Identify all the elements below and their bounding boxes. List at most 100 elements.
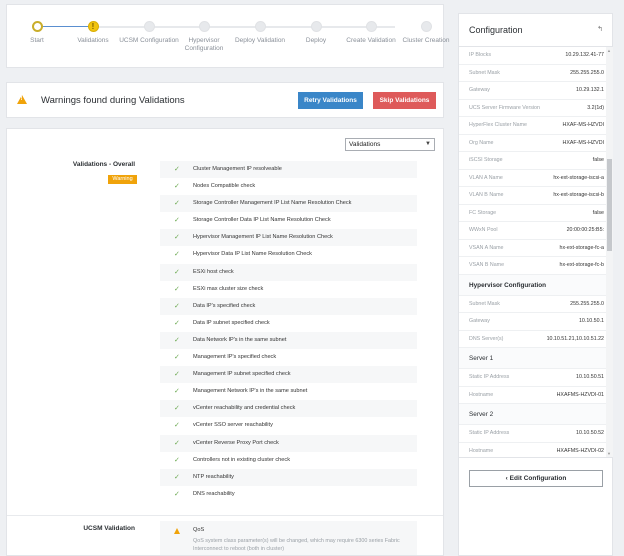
validation-check-row: ✓ Nodes Compatible check <box>160 178 417 195</box>
validation-checks-list: ✓ Cluster Management IP resolveable ✓ Nodes… <box>160 161 417 503</box>
config-key: iSCSI Storage <box>469 157 503 163</box>
qos-title: QoS <box>193 527 205 533</box>
step-deploy[interactable]: Deploy <box>286 21 346 45</box>
config-key: VSAN A Name <box>469 244 504 251</box>
check-icon: ✓ <box>174 200 180 208</box>
retry-validations-button[interactable]: Retry Validations <box>298 92 363 109</box>
validation-check-label: Controllers not in existing cluster chec… <box>193 456 291 463</box>
config-key: Gateway <box>469 318 490 324</box>
step-validations[interactable]: ! Validations <box>63 21 123 45</box>
step-label: Cluster Creation <box>402 37 450 44</box>
config-value: HXAF-MS-HZVDI <box>562 122 605 128</box>
check-icon: ✓ <box>174 336 180 344</box>
validation-check-label: Data IP's specified check <box>193 302 256 309</box>
step-pending-icon <box>254 21 266 32</box>
edit-configuration-button[interactable]: ‹ Edit Configuration <box>469 470 603 487</box>
step-ucsm-configuration[interactable]: UCSM Configuration <box>119 21 179 45</box>
validation-check-row: ✓ Storage Controller Management IP List N… <box>160 195 417 213</box>
config-key: Hostname <box>469 391 494 398</box>
pin-icon[interactable]: ↰ <box>597 25 603 33</box>
validation-check-row: ✓ Management IP's specified check <box>160 349 417 366</box>
check-icon: ✓ <box>174 490 180 498</box>
step-deploy-validation[interactable]: Deploy Validation <box>230 21 290 45</box>
config-row: Org Name HXAF-MS-HZVDI <box>459 135 606 152</box>
validation-check-row: ✓ DNS reachability <box>160 486 417 503</box>
config-value: 10.10.50.52 <box>576 430 604 436</box>
config-row: VLAN A Name hx-ext-storage-iscsi-a <box>459 170 606 187</box>
validation-check-label: Data IP subnet specified check <box>193 319 270 326</box>
step-cluster-creation[interactable]: Cluster Creation <box>396 21 456 45</box>
scrollbar-thumb[interactable] <box>607 159 612 251</box>
config-row: DNS Server(s) 10.10.51.21,10.10.51.22 <box>459 331 606 348</box>
step-label: Validations <box>77 37 109 44</box>
section-divider <box>7 515 443 516</box>
validation-check-label: Nodes Compatible check <box>193 183 256 190</box>
validation-check-row: ✓ vCenter reachability and credential che… <box>160 400 417 418</box>
config-value: 20:00:00:25:B5: <box>566 227 604 233</box>
warning-icon <box>174 528 180 534</box>
validations-panel: Validations ▼ Validations - Overall Warn… <box>6 128 444 556</box>
validation-check-label: NTP reachability <box>193 473 234 480</box>
check-icon: ✓ <box>174 183 180 191</box>
check-icon: ✓ <box>174 388 180 396</box>
configuration-panel: Configuration ↰ IP Blocks 10.29.132.41-77… <box>458 13 613 556</box>
select-value: Validations <box>349 141 381 148</box>
skip-validations-button[interactable]: Skip Validations <box>373 92 436 109</box>
config-key: Hostname <box>469 447 494 454</box>
validation-check-label: Data Network IP's in the same subnet <box>193 336 287 343</box>
check-icon: ✓ <box>174 302 180 310</box>
config-key: Subnet Mask <box>469 69 500 76</box>
config-row: VSAN B Name hx-ext-storage-fc-b <box>459 257 606 275</box>
step-pending-icon <box>420 21 432 32</box>
validation-check-row: ✓ Controllers not in existing cluster che… <box>160 452 417 469</box>
config-value: false <box>592 157 604 163</box>
config-row: Hostname HXAFMS-HZVDI-01 <box>459 387 606 404</box>
vertical-scrollbar[interactable]: ▲ ▼ <box>606 47 613 457</box>
config-key: WWxN Pool <box>469 227 498 233</box>
validation-check-row: ✓ vCenter SSO server reachability <box>160 417 417 434</box>
config-row: iSCSI Storage false <box>459 152 606 170</box>
config-row: Subnet Mask 255.255.255.0 <box>459 296 606 313</box>
scroll-up-icon[interactable]: ▲ <box>607 48 611 53</box>
validation-check-row: ✓ NTP reachability <box>160 468 417 486</box>
config-row: UCS Server Firmware Version 3.2(1d) <box>459 100 606 117</box>
config-key: Subnet Mask <box>469 300 500 307</box>
step-hypervisor-configuration[interactable]: Hypervisor Configuration <box>174 21 234 53</box>
step-create-validation[interactable]: Create Validation <box>341 21 401 45</box>
config-value: 255.255.255.0 <box>570 300 604 307</box>
validations-overall-label: Validations - Overall <box>72 161 135 168</box>
config-value: hx-ext-storage-fc-b <box>559 262 604 268</box>
config-row: Gateway 10.29.132.1 <box>459 82 606 100</box>
step-pending-icon <box>198 21 210 32</box>
configuration-list[interactable]: IP Blocks 10.29.132.41-77 Subnet Mask 255.2… <box>459 47 606 457</box>
validation-check-label: DNS reachability <box>193 490 235 497</box>
footer-divider <box>459 457 612 458</box>
config-key: Gateway <box>469 87 490 93</box>
config-key: VLAN A Name <box>469 174 503 181</box>
qos-description: QoS system class parameter(s) will be ch… <box>193 538 400 552</box>
validation-check-row: ✓ Hypervisor Management IP List Name Reso… <box>160 229 417 247</box>
step-pending-icon <box>365 21 377 32</box>
validation-check-label: vCenter SSO server reachability <box>193 422 273 429</box>
warning-banner: ! Warnings found during Validations Retr… <box>6 82 444 118</box>
validation-check-label: ESXi max cluster size check <box>193 285 264 292</box>
scroll-down-icon[interactable]: ▼ <box>607 451 611 456</box>
validation-check-row: ✓ ESXi host check <box>160 263 417 281</box>
check-icon: ✓ <box>174 234 180 242</box>
validation-check-label: Management IP's specified check <box>193 354 277 361</box>
step-start[interactable]: Start <box>7 21 67 45</box>
server-1-section-title: Server 1 <box>459 348 606 369</box>
validations-filter-select[interactable]: Validations ▼ <box>345 138 435 151</box>
validation-check-label: Cluster Management IP resolveable <box>193 166 282 172</box>
config-value: 3.2(1d) <box>587 104 604 111</box>
check-icon: ✓ <box>174 405 180 413</box>
check-icon: ✓ <box>174 319 180 327</box>
check-icon: ✓ <box>174 473 180 481</box>
config-value: 10.29.132.1 <box>576 87 604 93</box>
step-label: Deploy <box>305 37 327 44</box>
config-value: hx-ext-storage-fc-a <box>559 244 604 251</box>
config-row: Subnet Mask 255.255.255.0 <box>459 65 606 82</box>
validation-check-label: ESXi host check <box>193 268 234 275</box>
config-row: Hostname HXAFMS-HZVDI-02 <box>459 443 606 458</box>
validation-check-row: ✓ Data Network IP's in the same subnet <box>160 331 417 350</box>
